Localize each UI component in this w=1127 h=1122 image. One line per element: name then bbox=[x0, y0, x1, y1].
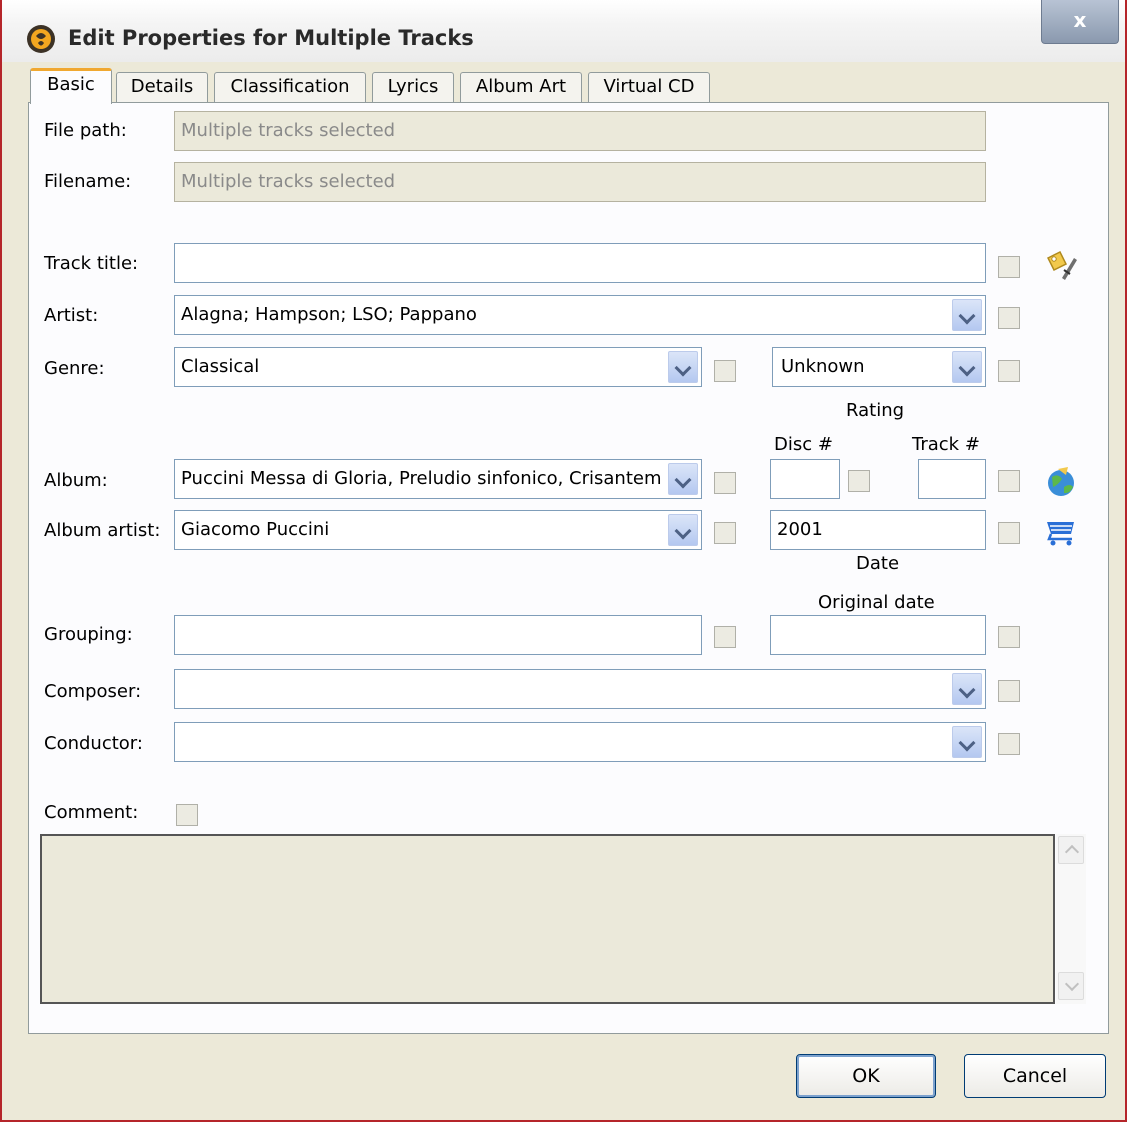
genre-checkbox[interactable] bbox=[714, 360, 736, 382]
tab-lyrics[interactable]: Lyrics bbox=[372, 72, 454, 102]
original-date-input[interactable] bbox=[770, 615, 986, 655]
artist-value: Alagna; Hampson; LSO; Pappano bbox=[181, 304, 477, 325]
ok-button[interactable]: OK bbox=[796, 1054, 936, 1098]
disc-number-input[interactable] bbox=[770, 459, 840, 499]
auto-tag-icon[interactable] bbox=[1044, 248, 1078, 282]
album-artist-checkbox[interactable] bbox=[714, 522, 736, 544]
artist-checkbox[interactable] bbox=[998, 307, 1020, 329]
chevron-down-icon[interactable] bbox=[668, 514, 698, 546]
track-title-input[interactable] bbox=[174, 243, 986, 283]
composer-checkbox[interactable] bbox=[998, 680, 1020, 702]
comment-textarea[interactable] bbox=[40, 834, 1055, 1004]
file-path-field: Multiple tracks selected bbox=[174, 111, 986, 151]
rating-label: Rating bbox=[846, 400, 905, 421]
chevron-down-icon[interactable] bbox=[952, 673, 982, 705]
album-artist-label: Album artist: bbox=[44, 520, 161, 541]
chevron-down-icon[interactable] bbox=[952, 351, 982, 383]
chevron-down-icon[interactable] bbox=[668, 351, 698, 383]
web-lookup-globe-icon[interactable] bbox=[1044, 465, 1078, 499]
album-value: Puccini Messa di Gloria, Preludio sinfon… bbox=[181, 468, 662, 489]
composer-label: Composer: bbox=[44, 681, 142, 702]
genre-value: Classical bbox=[181, 356, 260, 377]
chevron-down-icon[interactable] bbox=[668, 463, 698, 495]
grouping-checkbox[interactable] bbox=[714, 626, 736, 648]
close-button[interactable]: x bbox=[1041, 0, 1119, 44]
tab-classification[interactable]: Classification bbox=[214, 72, 366, 102]
rating-value: Unknown bbox=[781, 356, 865, 377]
date-label: Date bbox=[856, 553, 900, 574]
composer-combobox[interactable] bbox=[174, 669, 986, 709]
comment-scrollbar[interactable] bbox=[1056, 834, 1086, 1004]
track-title-label: Track title: bbox=[44, 253, 139, 274]
comment-checkbox[interactable] bbox=[176, 804, 198, 826]
cancel-button[interactable]: Cancel bbox=[964, 1054, 1106, 1098]
rating-combobox[interactable]: Unknown bbox=[772, 347, 986, 387]
album-checkbox[interactable] bbox=[714, 472, 736, 494]
filename-field: Multiple tracks selected bbox=[174, 162, 986, 202]
date-checkbox[interactable] bbox=[998, 522, 1020, 544]
track-number-input[interactable] bbox=[918, 459, 986, 499]
tab-album-art[interactable]: Album Art bbox=[460, 72, 582, 102]
original-date-checkbox[interactable] bbox=[998, 626, 1020, 648]
chevron-down-icon[interactable] bbox=[952, 299, 982, 331]
scroll-up-icon[interactable] bbox=[1058, 836, 1084, 864]
shopping-cart-icon[interactable] bbox=[1044, 514, 1078, 548]
grouping-label: Grouping: bbox=[44, 624, 133, 645]
filename-label: Filename: bbox=[44, 171, 132, 192]
original-date-label: Original date bbox=[818, 592, 935, 613]
tab-virtual-cd[interactable]: Virtual CD bbox=[588, 72, 710, 102]
album-artist-combobox[interactable]: Giacomo Puccini bbox=[174, 510, 702, 550]
track-title-checkbox[interactable] bbox=[998, 256, 1020, 278]
conductor-checkbox[interactable] bbox=[998, 733, 1020, 755]
album-label: Album: bbox=[44, 470, 108, 491]
app-logo-icon bbox=[27, 25, 55, 53]
disc-number-label: Disc # bbox=[774, 434, 833, 455]
tab-details[interactable]: Details bbox=[116, 72, 208, 102]
rating-checkbox[interactable] bbox=[998, 360, 1020, 382]
track-number-label: Track # bbox=[912, 434, 980, 455]
comment-label: Comment: bbox=[44, 802, 139, 823]
disc-number-checkbox[interactable] bbox=[848, 470, 870, 492]
conductor-combobox[interactable] bbox=[174, 722, 986, 762]
track-number-checkbox[interactable] bbox=[998, 470, 1020, 492]
grouping-input[interactable] bbox=[174, 615, 702, 655]
tab-basic[interactable]: Basic bbox=[30, 68, 112, 104]
genre-combobox[interactable]: Classical bbox=[174, 347, 702, 387]
artist-combobox[interactable]: Alagna; Hampson; LSO; Pappano bbox=[174, 295, 986, 335]
artist-label: Artist: bbox=[44, 305, 99, 326]
chevron-down-icon[interactable] bbox=[952, 726, 982, 758]
conductor-label: Conductor: bbox=[44, 733, 143, 754]
title-bar[interactable]: Edit Properties for Multiple Tracks x bbox=[2, 0, 1125, 62]
genre-label: Genre: bbox=[44, 358, 105, 379]
date-input[interactable]: 2001 bbox=[770, 510, 986, 550]
album-combobox[interactable]: Puccini Messa di Gloria, Preludio sinfon… bbox=[174, 459, 702, 499]
file-path-label: File path: bbox=[44, 120, 127, 141]
album-artist-value: Giacomo Puccini bbox=[181, 519, 330, 540]
scroll-down-icon[interactable] bbox=[1058, 972, 1084, 1000]
window-title: Edit Properties for Multiple Tracks bbox=[68, 26, 474, 50]
